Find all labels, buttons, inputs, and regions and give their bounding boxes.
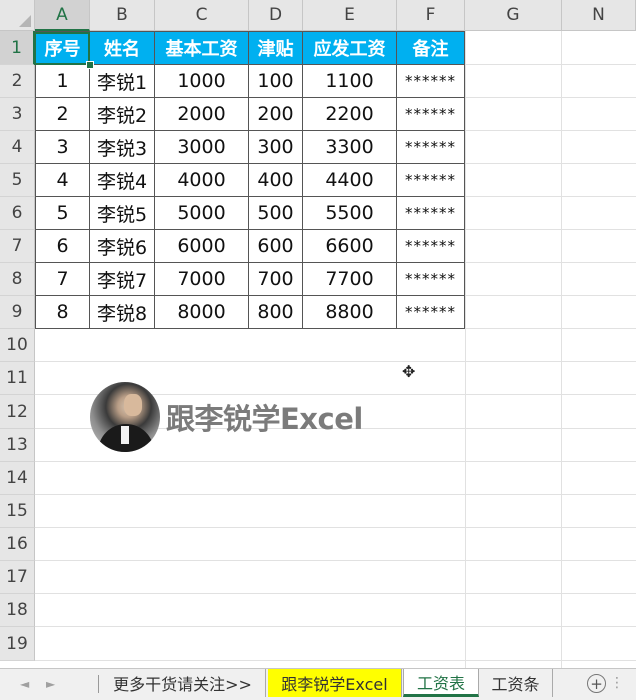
table-cell[interactable]: 2 [35, 98, 90, 131]
table-cell[interactable]: 6000 [155, 230, 249, 263]
table-cell[interactable]: 3300 [303, 131, 397, 164]
table-cell[interactable]: ****** [397, 98, 465, 131]
table-cell[interactable]: 李锐1 [90, 65, 155, 98]
sheet-tab-brand[interactable]: 跟李锐学Excel [268, 669, 402, 697]
table-cell[interactable]: ****** [397, 197, 465, 230]
column-header-e[interactable]: E [303, 0, 397, 31]
sheet-tab-more[interactable]: 更多干货请关注>> [100, 669, 266, 697]
table-cell[interactable]: 1000 [155, 65, 249, 98]
sheet-tab-salary-slip[interactable]: 工资条 [479, 669, 553, 697]
table-cell[interactable]: 100 [249, 65, 303, 98]
table-cell[interactable]: 600 [249, 230, 303, 263]
table-cell[interactable]: 8800 [303, 296, 397, 329]
table-cell[interactable]: 5 [35, 197, 90, 230]
row-header-5[interactable]: 5 [0, 164, 35, 197]
row-header-4[interactable]: 4 [0, 131, 35, 164]
table-cell[interactable]: 7000 [155, 263, 249, 296]
table-header-cell[interactable]: 备注 [397, 31, 465, 65]
table-cell[interactable]: 7700 [303, 263, 397, 296]
column-header-f[interactable]: F [397, 0, 465, 31]
tab-scroll-right-icon[interactable]: ► [46, 677, 55, 691]
table-cell[interactable]: 李锐7 [90, 263, 155, 296]
table-cell[interactable]: 5500 [303, 197, 397, 230]
row-header-11[interactable]: 11 [0, 362, 35, 395]
table-cell[interactable]: 1100 [303, 65, 397, 98]
table-cell[interactable]: 4000 [155, 164, 249, 197]
column-header-b[interactable]: B [90, 0, 155, 31]
row-header-18[interactable]: 18 [0, 594, 35, 627]
row-header-16[interactable]: 16 [0, 528, 35, 561]
row-header-17[interactable]: 17 [0, 561, 35, 594]
table-cell[interactable]: 李锐8 [90, 296, 155, 329]
watermark-text: 跟李锐学Excel [166, 402, 363, 436]
worksheet-grid[interactable]: A B C D E F G N 1 2 3 4 5 6 7 8 9 10 11 … [0, 0, 636, 668]
table-cell[interactable]: 李锐2 [90, 98, 155, 131]
row-header-3[interactable]: 3 [0, 98, 35, 131]
table-cell[interactable]: 4 [35, 164, 90, 197]
table-cell[interactable]: 6 [35, 230, 90, 263]
presenter-avatar-icon [90, 382, 160, 452]
table-cell[interactable]: 200 [249, 98, 303, 131]
table-cell[interactable]: 6600 [303, 230, 397, 263]
add-sheet-button[interactable]: + [587, 674, 606, 693]
sheet-tab-salary-table[interactable]: 工资表 [403, 669, 479, 697]
table-cell[interactable]: 2200 [303, 98, 397, 131]
row-header-8[interactable]: 8 [0, 263, 35, 296]
row-header-7[interactable]: 7 [0, 230, 35, 263]
table-cell[interactable]: 300 [249, 131, 303, 164]
table-cell[interactable]: 李锐5 [90, 197, 155, 230]
row-header-13[interactable]: 13 [0, 429, 35, 462]
table-cell[interactable]: 李锐3 [90, 131, 155, 164]
table-cell[interactable]: 8 [35, 296, 90, 329]
table-cell[interactable]: 700 [249, 263, 303, 296]
watermark-logo[interactable]: 跟李锐学Excel [90, 382, 363, 452]
row-header-2[interactable]: 2 [0, 65, 35, 98]
table-cell[interactable]: 400 [249, 164, 303, 197]
table-header-cell[interactable]: 序号 [35, 31, 90, 65]
tab-scroll-left-icon[interactable]: ◄ [20, 677, 29, 691]
row-header-10[interactable]: 10 [0, 329, 35, 362]
row-header-1[interactable]: 1 [0, 31, 35, 65]
table-cell[interactable]: ****** [397, 65, 465, 98]
table-header-cell[interactable]: 基本工资 [155, 31, 249, 65]
column-header-c[interactable]: C [155, 0, 249, 31]
row-header-15[interactable]: 15 [0, 495, 35, 528]
table-cell[interactable]: ****** [397, 230, 465, 263]
column-header-g[interactable]: G [465, 0, 562, 31]
row-header-9[interactable]: 9 [0, 296, 35, 329]
column-header-n[interactable]: N [562, 0, 636, 31]
table-cell[interactable]: ****** [397, 131, 465, 164]
table-cell[interactable]: 3 [35, 131, 90, 164]
table-cell[interactable]: 500 [249, 197, 303, 230]
column-header-d[interactable]: D [249, 0, 303, 31]
fill-handle[interactable] [86, 61, 94, 69]
table-cell[interactable]: 7 [35, 263, 90, 296]
table-cell[interactable]: 8000 [155, 296, 249, 329]
table-cell[interactable]: 李锐6 [90, 230, 155, 263]
table-cell[interactable]: 1 [35, 65, 90, 98]
table-cell[interactable]: 4400 [303, 164, 397, 197]
table-cell[interactable]: ****** [397, 296, 465, 329]
row-header-14[interactable]: 14 [0, 462, 35, 495]
sheet-tab-bar: ◄ ► 更多干货请关注>> 跟李锐学Excel 工资表 工资条 + ⋮ [0, 668, 636, 700]
cell-cursor-icon: ✥ [402, 362, 416, 381]
select-all-corner[interactable] [0, 0, 35, 31]
table-header-cell[interactable]: 姓名 [90, 31, 155, 65]
table-cell[interactable]: 5000 [155, 197, 249, 230]
table-cell[interactable]: ****** [397, 263, 465, 296]
row-header-12[interactable]: 12 [0, 395, 35, 429]
table-header-cell[interactable]: 应发工资 [303, 31, 397, 65]
table-cell[interactable]: 3000 [155, 131, 249, 164]
table-cell[interactable]: 李锐4 [90, 164, 155, 197]
table-cell[interactable]: ****** [397, 164, 465, 197]
table-header-cell[interactable]: 津贴 [249, 31, 303, 65]
column-header-a[interactable]: A [35, 0, 90, 31]
table-cell[interactable]: 2000 [155, 98, 249, 131]
row-header-6[interactable]: 6 [0, 197, 35, 230]
table-cell[interactable]: 800 [249, 296, 303, 329]
tabbar-more-icon[interactable]: ⋮ [610, 675, 624, 691]
row-header-19[interactable]: 19 [0, 627, 35, 661]
